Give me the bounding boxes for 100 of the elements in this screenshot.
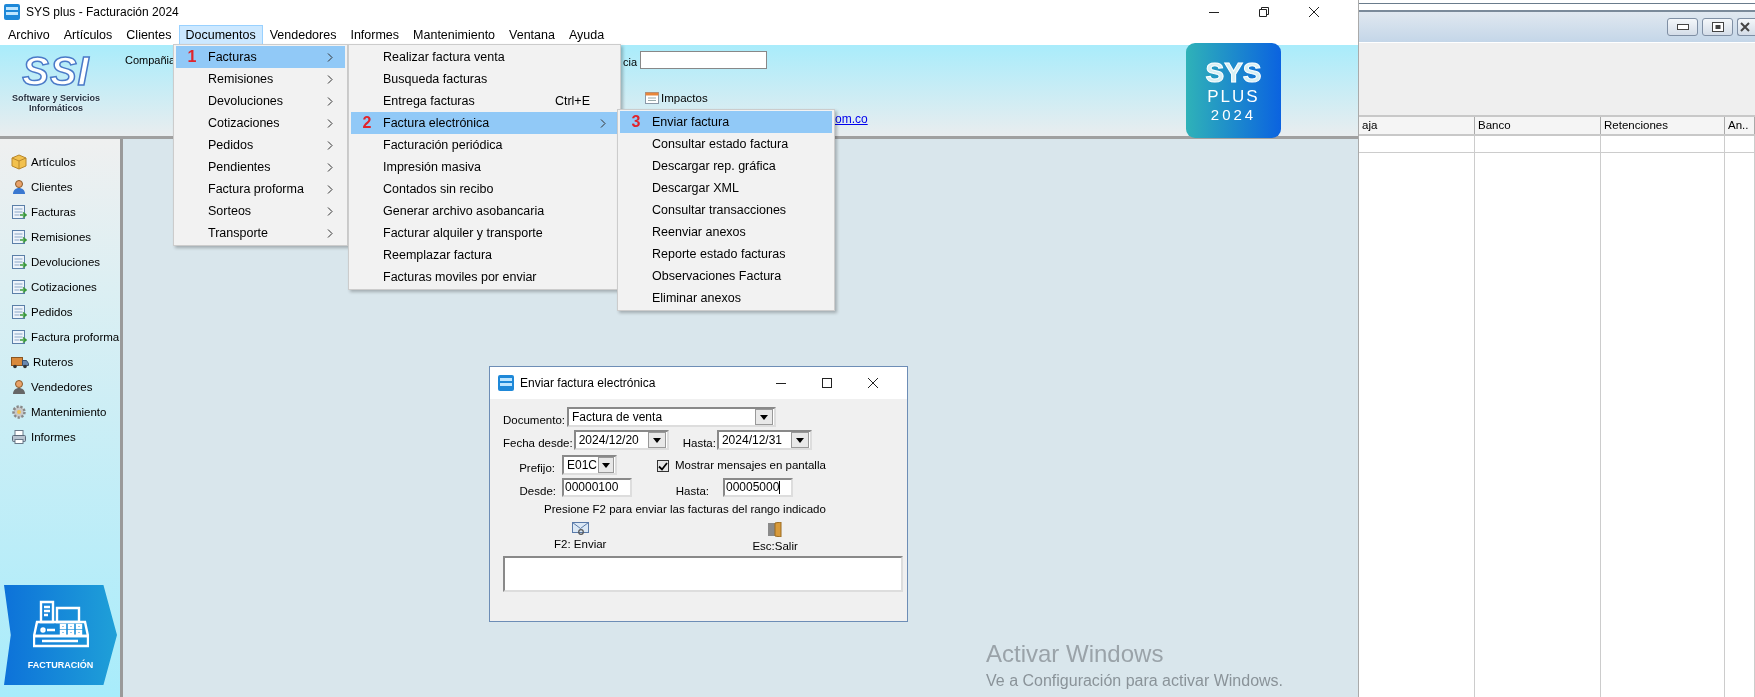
logo-caption: Software y Servicios Informáticos [10,93,101,113]
menu-item[interactable]: Vendedores [262,24,344,45]
sidebar-item[interactable]: Mantenimiento [31,405,107,418]
sidebar-item[interactable]: Pedidos [31,305,73,318]
form-icon [11,228,27,245]
close-icon[interactable] [867,377,879,389]
send-button[interactable]: F2: Enviar [554,522,607,552]
form-icon [11,203,27,220]
brand-line: PLUS [1207,86,1260,106]
badge-label: FACTURACIÓN [27,660,94,670]
menu-option[interactable]: 2 Factura electrónica [351,112,618,134]
menu-option[interactable]: Descargar rep. gráfica [620,155,832,177]
impactos-label[interactable]: Impactos [661,92,708,104]
field-label: Documento: [503,413,566,426]
menu-item[interactable]: Artículos [56,24,120,45]
menu-option[interactable]: Busqueda facturas [351,68,618,90]
menu-option[interactable]: Devoluciones [176,90,345,112]
action-label: F2: Enviar [554,538,607,550]
menu-option[interactable]: Observaciones Factura [620,265,832,287]
sidebar-item[interactable]: Informes [31,430,76,443]
menu-option[interactable]: Consultar estado factura [620,133,832,155]
menu-option[interactable]: Reemplazar factura [351,244,618,266]
menu-option[interactable]: Impresión masiva [351,156,618,178]
close-icon[interactable] [1308,6,1320,18]
menu-option[interactable]: Facturas moviles por enviar [351,266,618,288]
date-picker[interactable]: 2024/12/31 [716,430,812,450]
field-label: Fecha desde: [503,436,573,449]
form-icon [11,303,27,320]
sidebar-item[interactable]: Cotizaciones [31,280,97,293]
sidebar-item[interactable]: Vendedores [31,380,93,393]
menu-option[interactable]: 1 Facturas [176,46,345,68]
dialog-title: Enviar factura electrónica [520,376,656,390]
sidebar-item[interactable]: Devoluciones [31,255,101,268]
minimize-button[interactable] [1667,18,1698,36]
menu-option[interactable]: Consultar transacciones [620,199,832,221]
menu-option[interactable]: Descargar XML [620,177,832,199]
exit-button[interactable]: Esc:Salir [752,522,798,552]
menu-option[interactable]: 3 Enviar factura [620,111,832,133]
menu-option[interactable]: Reenviar anexos [620,221,832,243]
menu-item[interactable]: Ayuda [561,24,612,45]
menu-option[interactable]: Facturación periódica [351,134,618,156]
document-dropdown[interactable]: Factura de venta [567,407,776,427]
sidebar-item[interactable]: Remisiones [31,230,92,243]
menu-item[interactable]: Documentos [178,24,263,45]
menu-option[interactable]: Facturar alquiler y transporte [351,222,618,244]
column-header[interactable]: aja [1359,117,1475,134]
envelope-icon [571,522,589,535]
number-field[interactable]: 00005000 [723,478,793,497]
number-field[interactable]: 00000100 [562,478,632,497]
restore-button[interactable] [1702,18,1733,36]
column-header[interactable]: Retenciones [1601,117,1725,134]
menu-option[interactable]: Generar archivo asobancaria [351,200,618,222]
form-icon [11,253,27,270]
menu-item[interactable]: Archivo [1,24,57,45]
sidebar-item[interactable]: Artículos [31,155,76,168]
web-link[interactable]: om.co [835,112,868,126]
box-icon [11,153,27,170]
checkbox-label: Mostrar mensajes en pantalla [675,458,826,471]
header-field[interactable] [640,51,767,69]
maximize-icon[interactable] [821,377,833,389]
menu-option[interactable]: Sorteos [176,200,345,222]
person-icon [11,378,27,395]
menu-option[interactable]: Eliminar anexos [620,287,832,309]
column-header[interactable]: An.. [1725,117,1755,134]
menu-option[interactable]: Remisiones [176,68,345,90]
truck-icon [11,354,29,369]
sidebar-item[interactable]: Clientes [31,180,73,193]
menu-option[interactable]: Transporte [176,222,345,244]
checkbox[interactable] [657,460,669,472]
menu-option[interactable]: Pedidos [176,134,345,156]
menu-item[interactable]: Clientes [119,24,179,45]
caret-icon [795,437,804,443]
menu-option[interactable]: Cotizaciones [176,112,345,134]
caret-icon [602,462,610,468]
column-header[interactable]: Banco [1475,117,1601,134]
menu-option[interactable]: Realizar factura venta [351,46,618,68]
field-label: Desde: [518,484,557,497]
sidebar-item[interactable]: Ruteros [33,355,74,368]
field-label: Prefijo: [518,461,556,474]
logo-letters: SSI [22,49,90,93]
sidebar-item[interactable]: Facturas [31,205,76,218]
module-badge[interactable]: FACTURACIÓN [4,585,117,685]
restore-icon[interactable] [1258,6,1270,18]
activation-title: Activar Windows [986,640,1164,668]
menu-option[interactable]: Reporte estado facturas [620,243,832,265]
menu-option[interactable]: Factura proforma [176,178,345,200]
date-picker[interactable]: 2024/12/20 [573,430,669,450]
restore-icon [1711,22,1724,32]
prefix-dropdown[interactable]: E01C [562,455,617,475]
menu-item[interactable]: Ventana [502,24,562,45]
gear-icon [11,403,27,420]
menu-option[interactable]: Entrega facturas Ctrl+E [351,90,618,112]
menu-item[interactable]: Mantenimiento [406,24,503,45]
menu-option[interactable]: Contados sin recibo [351,178,618,200]
close-button[interactable] [1737,18,1755,36]
menu-item[interactable]: Informes [343,24,407,45]
menu-option[interactable]: Pendientes [176,156,345,178]
sidebar-item[interactable]: Factura proforma [31,330,120,343]
company-label: Compañia [125,54,176,66]
window-title: SYS plus - Facturación 2024 [26,5,179,19]
